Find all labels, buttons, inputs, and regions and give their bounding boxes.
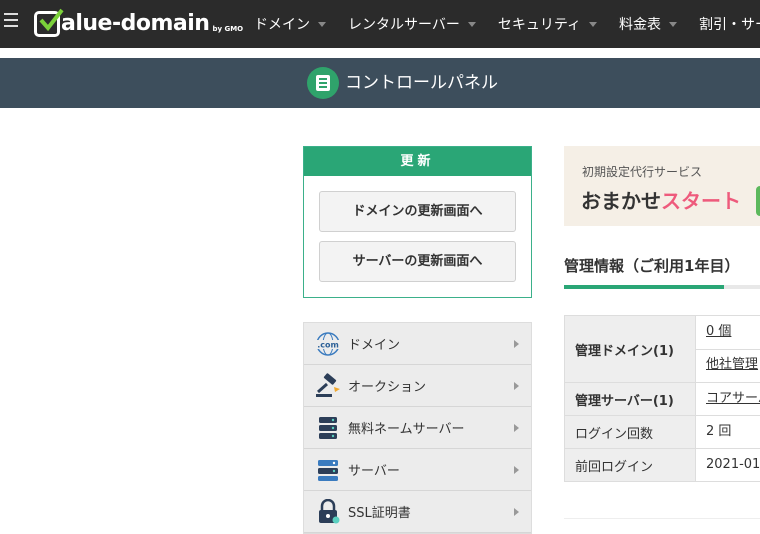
renew-heading: 更新 [304,147,531,176]
menu-item-ssl[interactable]: SSL証明書 [304,491,531,533]
table-row: ログイン回数 2 回 [565,416,760,449]
server-stack-icon [314,415,342,441]
nav-label: 料金表 [619,17,662,33]
nav-item-discount[interactable]: 割引・サービス [699,14,760,34]
table-row: 管理ドメイン(1) 0 個 他社管理 [565,316,760,383]
caret-down-icon [669,21,678,27]
logo-suffix: by GMO [212,25,244,33]
row-label: 管理ドメイン(1) [565,316,696,382]
control-panel-icon [307,67,339,99]
server-link[interactable]: コアサーバー [706,391,760,406]
chevron-right-icon [514,382,519,390]
row-value: 0 個 他社管理 [696,316,760,382]
caret-down-icon [467,21,476,27]
server-icon [314,457,342,483]
domain-renew-button[interactable]: ドメインの更新画面へ [319,191,516,232]
banner-subtitle: 初期設定代行サービス [582,165,703,179]
banner-title-plain: おまかせ [581,189,661,213]
row-value: 2021-01 [706,457,760,472]
com-globe-icon: .com [314,331,342,357]
menu-item-server[interactable]: サーバー [304,449,531,491]
menu-label: サーバー [348,464,400,479]
row-value: コアサーバー [696,383,760,415]
banner-decoration [756,186,760,216]
server-renew-button[interactable]: サーバーの更新画面へ [319,241,516,282]
menu-label: 無料ネームサーバー [348,422,465,437]
chevron-right-icon [514,424,519,432]
nav-item-security[interactable]: セキュリティ [497,14,598,34]
cell-divider [696,349,760,350]
row-label: ログイン回数 [565,416,696,448]
management-info-title: 管理情報（ご利用1年目） [564,257,740,275]
management-table: 管理ドメイン(1) 0 個 他社管理 管理サーバー(1) コアサーバー ログイン… [564,315,760,482]
checkmark-logo-icon [34,8,64,37]
service-menu: .com ドメイン オークション 無料ネームサーバー サーバー SSL証明書 [303,322,532,534]
nav-label: レンタルサーバー [348,17,460,33]
table-row: 前回ログイン 2021-01 [565,449,760,482]
control-panel-bar: コントロールパネル [0,58,760,108]
divider [564,518,760,519]
nav-item-domain[interactable]: ドメイン [254,14,326,34]
hamburger-menu-icon[interactable] [4,13,18,27]
menu-item-auction[interactable]: オークション [304,365,531,407]
omakase-start-banner[interactable]: 初期設定代行サービス おまかせスタート [564,146,760,226]
banner-title-accent: スタート [661,189,741,213]
menu-label: オークション [348,380,427,395]
nav-label: ドメイン [254,17,310,33]
menu-item-free-nameserver[interactable]: 無料ネームサーバー [304,407,531,449]
top-navigation-bar: alue-domain by GMO ドメイン レンタルサーバー セキュリティ … [0,0,760,48]
menu-label: SSL証明書 [348,506,411,521]
caret-down-icon [589,21,598,27]
table-row: 管理サーバー(1) コアサーバー [565,383,760,416]
nav-item-pricing[interactable]: 料金表 [619,14,678,34]
menu-label: ドメイン [348,338,401,353]
main-nav: ドメイン レンタルサーバー セキュリティ 料金表 割引・サービス [254,0,760,48]
domain-count-link[interactable]: 0 個 [706,323,760,341]
menu-item-domain[interactable]: .com ドメイン [304,323,531,365]
row-label: 管理サーバー(1) [565,383,696,415]
chevron-right-icon [514,508,519,516]
chevron-right-icon [514,340,519,348]
row-value: 2 回 [706,424,732,439]
nav-label: 割引・サービス [699,17,760,33]
nav-label: セキュリティ [497,17,582,33]
row-label: 前回ログイン [565,449,696,481]
other-company-link[interactable]: 他社管理 [706,356,760,374]
svg-text:.com: .com [317,340,339,349]
management-title-underline [564,285,760,289]
logo-text: alue-domain [61,11,210,36]
gavel-icon [314,372,342,399]
chevron-right-icon [514,466,519,474]
nav-item-rental-server[interactable]: レンタルサーバー [348,14,476,34]
site-logo[interactable]: alue-domain by GMO [34,8,244,37]
renew-panel: 更新 ドメインの更新画面へ サーバーの更新画面へ [303,146,532,298]
page-title: コントロールパネル [345,73,498,93]
lock-icon [314,498,342,525]
banner-title: おまかせスタート [581,185,741,214]
caret-down-icon [318,21,326,27]
